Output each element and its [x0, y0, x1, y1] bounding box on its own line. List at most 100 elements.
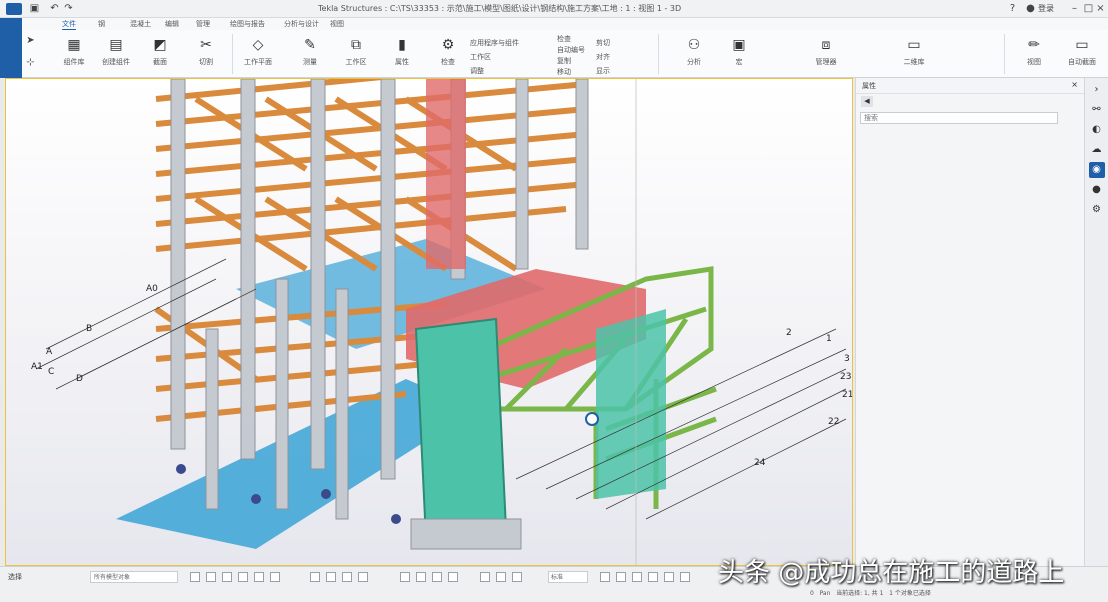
tab-concrete[interactable]: 混凝土 — [130, 19, 151, 29]
selection-filter-field[interactable]: 所有模型对象 — [90, 571, 178, 583]
ribbon-small-0[interactable]: 应用程序与组件 — [470, 38, 519, 48]
structure-model[interactable]: A B C D A0 A1 1 2 3 21 22 23 24 — [6, 79, 853, 566]
grid-label-right: 21 — [842, 390, 853, 400]
ribbon-btn-10[interactable]: ▣ 宏 — [717, 34, 761, 74]
toolbar-icon[interactable] — [222, 572, 232, 582]
tab-analysis[interactable]: 分析与设计 — [284, 19, 319, 29]
ribbon-small-2[interactable]: 调整 — [470, 66, 484, 76]
toolbar-icon[interactable] — [400, 572, 410, 582]
ribbon-btn-9[interactable]: ⚇ 分析 — [672, 34, 716, 74]
toolbar-icon[interactable] — [432, 572, 442, 582]
ribbon-small-6[interactable]: 移动 — [557, 67, 571, 77]
toolbar-icon[interactable] — [254, 572, 264, 582]
ribbon-btn-6[interactable]: ⧉ 工作区 — [334, 34, 378, 74]
toolbar-icon[interactable] — [310, 572, 320, 582]
tab-manage[interactable]: 管理 — [196, 19, 210, 29]
ribbon-btn-1[interactable]: ▤ 创建组件 — [94, 34, 138, 74]
snap-icon[interactable]: ⊹ — [24, 56, 37, 69]
ribbon-btn-0[interactable]: ▦ 组件库 — [52, 34, 96, 74]
status-info: 0 Pan 当前选择: 1, 共 1 1 个对象已选择 — [810, 588, 931, 597]
ribbon-btn-14[interactable]: ▭ 自动截面 — [1060, 34, 1104, 74]
ribbon-btn-2[interactable]: ◩ 截面 — [138, 34, 182, 74]
toolbar-icon[interactable] — [680, 572, 690, 582]
ribbon-btn-7[interactable]: ▮ 属性 — [380, 34, 424, 74]
view-filter-field[interactable]: 标准 — [548, 571, 588, 583]
toolbar-icon[interactable] — [342, 572, 352, 582]
close-icon[interactable]: × — [1094, 2, 1107, 15]
red-core — [426, 79, 466, 269]
undo-icon[interactable]: ↶ — [48, 2, 61, 15]
ribbon-btn-13[interactable]: ✏ 视图 — [1012, 34, 1056, 74]
toolbar-icon[interactable] — [448, 572, 458, 582]
toolbar-icon[interactable] — [512, 572, 522, 582]
grid-label-right: 1 — [826, 334, 832, 344]
toolbar-icon[interactable] — [238, 572, 248, 582]
ribbon-btn-12[interactable]: ▭ 二维库 — [892, 34, 936, 74]
toolbar-icon[interactable] — [190, 572, 200, 582]
selection-label[interactable]: 选择 — [8, 572, 22, 582]
ribbon-small-9[interactable]: 显示 — [596, 66, 610, 76]
properties-icon[interactable]: ◉ — [1088, 162, 1105, 178]
ribbon-btn-8[interactable]: ⚙ 检查 — [426, 34, 470, 74]
redo-icon[interactable]: ↷ — [62, 2, 75, 15]
tab-drawings[interactable]: 绘图与报告 — [230, 19, 265, 29]
tab-steel[interactable]: 钢 — [98, 19, 105, 29]
chain-icon[interactable]: ⚯ — [1089, 102, 1105, 118]
toolbar-icon[interactable] — [206, 572, 216, 582]
ribbon-separator — [658, 34, 659, 74]
settings-icon[interactable]: ⚙ — [1089, 202, 1105, 218]
ribbon-small-5[interactable]: 复制 — [557, 56, 571, 66]
macro-icon: ▣ — [732, 37, 746, 53]
grid-label-left: D — [76, 374, 83, 384]
section-icon: ◩ — [153, 37, 167, 53]
ribbon-small-7[interactable]: 剪切 — [596, 38, 610, 48]
ribbon-small-1[interactable]: 工作区 — [470, 52, 491, 62]
grid-label-left: A1 — [31, 362, 43, 372]
cloud-icon[interactable]: ☁ — [1089, 142, 1105, 158]
model-3d-view[interactable]: A B C D A0 A1 1 2 3 21 22 23 24 — [5, 78, 853, 566]
toolbar-icon[interactable] — [270, 572, 280, 582]
save-icon[interactable]: ▣ — [28, 2, 41, 15]
ribbon-tabs: 文件 钢 混凝土 编辑 管理 绘图与报告 分析与设计 视图 — [0, 18, 1108, 31]
toolbar-icon[interactable] — [358, 572, 368, 582]
ribbon-separator — [232, 34, 233, 74]
close-icon[interactable]: × — [1071, 80, 1078, 89]
ribbon-small-3[interactable]: 检查 — [557, 34, 571, 44]
toolbar-icon[interactable] — [496, 572, 506, 582]
ribbon-btn-5[interactable]: ✎ 测量 — [288, 34, 332, 74]
toolbar-icon[interactable] — [616, 572, 626, 582]
toolbar-icon[interactable] — [416, 572, 426, 582]
ribbon-btn-4[interactable]: ◇ 工作平面 — [236, 34, 280, 74]
tab-edit[interactable]: 编辑 — [165, 19, 179, 29]
arrow-icon[interactable]: › — [1089, 82, 1105, 98]
ribbon-small-8[interactable]: 对齐 — [596, 52, 610, 62]
user-name[interactable]: 登录 — [1038, 3, 1054, 14]
ribbon-small-4[interactable]: 自动编号 — [557, 45, 585, 55]
toolbar-icon[interactable] — [632, 572, 642, 582]
ribbon-btn-11[interactable]: ⧈ 管理器 — [804, 34, 848, 74]
globe-icon[interactable]: ◐ — [1089, 122, 1105, 138]
minimize-icon[interactable]: – — [1068, 2, 1081, 15]
back-icon[interactable]: ◀ — [861, 96, 873, 107]
pencil-icon: ✏ — [1028, 37, 1040, 53]
status-info-0: 0 — [810, 590, 814, 597]
help-icon[interactable]: ? — [1006, 2, 1019, 15]
toolbar-icon[interactable] — [480, 572, 490, 582]
grid-label-left: C — [48, 367, 54, 377]
select-arrow-icon[interactable]: ➤ — [24, 34, 37, 47]
grid-label-right: 3 — [844, 354, 850, 364]
toolbar-icon[interactable] — [600, 572, 610, 582]
ribbon-separator — [1004, 34, 1005, 74]
ribbon-toolbar: ➤ ⊹ ▦ 组件库 ▤ 创建组件 ◩ 截面 ✂ 切割 ◇ 工作平面 ✎ 测量 ⧉ 工作区 ▮ 属… — [22, 30, 1108, 78]
tab-view[interactable]: 视图 — [330, 19, 344, 29]
selection-marker[interactable] — [585, 412, 599, 426]
toolbar-icon[interactable] — [664, 572, 674, 582]
ribbon-btn-3[interactable]: ✂ 切割 — [184, 34, 228, 74]
window-title: Tekla Structures : C:\TS\33353 : 示范\施工\模… — [318, 4, 682, 13]
base-plinth — [410, 518, 522, 550]
user-icon[interactable]: ● — [1024, 2, 1037, 15]
dot-icon[interactable]: ● — [1089, 182, 1105, 198]
toolbar-icon[interactable] — [648, 572, 658, 582]
toolbar-icon[interactable] — [326, 572, 336, 582]
panel-search-input[interactable]: 搜索 — [860, 112, 1058, 124]
